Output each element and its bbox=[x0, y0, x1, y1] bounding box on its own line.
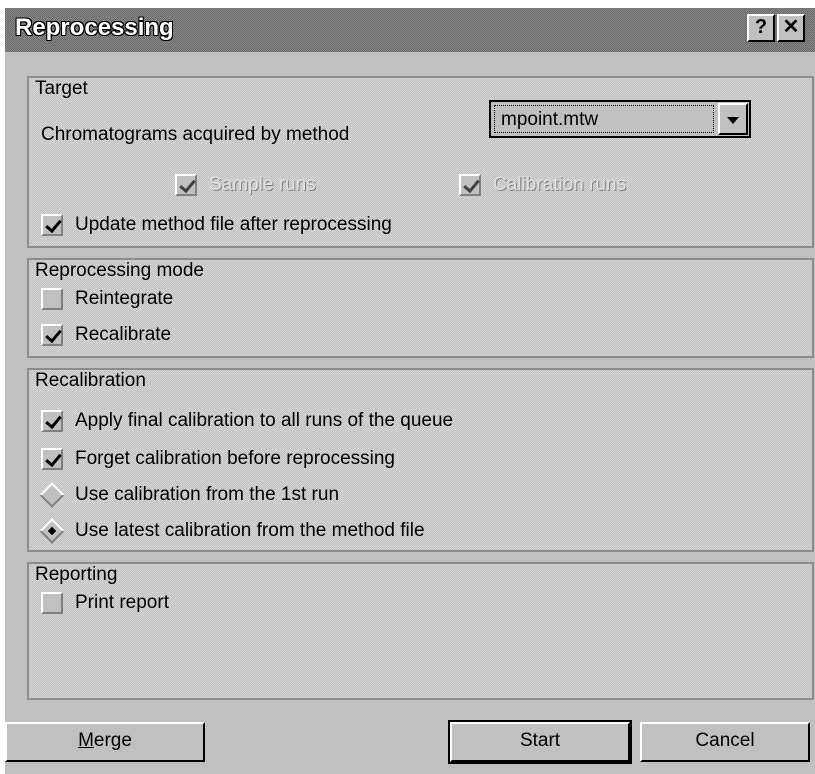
sample-runs-check bbox=[175, 174, 197, 196]
use-latest-radio[interactable]: Use latest calibration from the method f… bbox=[39, 518, 425, 544]
forget-calibration-label: Forget calibration before reprocessing bbox=[75, 448, 396, 469]
update-method-checkbox[interactable]: Update method file after reprocessing bbox=[41, 214, 392, 236]
calibration-runs-checkbox: Calibration runs bbox=[459, 174, 626, 196]
reporting-title: Reporting bbox=[35, 564, 118, 585]
reintegrate-check[interactable] bbox=[41, 288, 63, 310]
update-method-check[interactable] bbox=[41, 214, 63, 236]
merge-label-rest: erge bbox=[93, 730, 132, 751]
reintegrate-checkbox[interactable]: Reintegrate bbox=[41, 288, 173, 310]
merge-mnemonic: M bbox=[78, 730, 94, 751]
forget-calibration-check[interactable] bbox=[41, 448, 63, 470]
reintegrate-label: Reintegrate bbox=[75, 288, 174, 309]
apply-final-checkbox[interactable]: Apply final calibration to all runs of t… bbox=[41, 410, 453, 432]
recalibrate-check[interactable] bbox=[41, 324, 63, 346]
print-report-checkbox[interactable]: Print report bbox=[41, 592, 169, 614]
print-report-label: Print report bbox=[75, 592, 169, 613]
method-select-value: mpoint.mtw bbox=[494, 105, 714, 133]
merge-button[interactable]: Merge bbox=[5, 722, 205, 762]
calibration-runs-label: Calibration runs bbox=[493, 174, 627, 195]
target-group: Target Chromatograms acquired by method … bbox=[27, 76, 814, 248]
use-latest-label: Use latest calibration from the method f… bbox=[75, 520, 425, 541]
reprocessing-dialog: Reprocessing ? ✕ Target Chromatograms ac… bbox=[5, 8, 815, 774]
window-title: Reprocessing bbox=[15, 14, 174, 41]
use-first-run-label: Use calibration from the 1st run bbox=[75, 484, 340, 505]
recalibration-title: Recalibration bbox=[35, 370, 146, 391]
start-button[interactable]: Start bbox=[448, 720, 632, 764]
use-first-run-radio-button[interactable] bbox=[39, 482, 65, 508]
apply-final-label: Apply final calibration to all runs of t… bbox=[75, 410, 454, 431]
use-first-run-radio[interactable]: Use calibration from the 1st run bbox=[39, 482, 340, 508]
recalibrate-label: Recalibrate bbox=[75, 324, 172, 345]
chevron-down-icon[interactable] bbox=[718, 103, 748, 135]
method-select[interactable]: mpoint.mtw bbox=[489, 100, 751, 138]
cancel-button[interactable]: Cancel bbox=[640, 722, 810, 762]
apply-final-check[interactable] bbox=[41, 410, 63, 432]
help-button[interactable]: ? bbox=[747, 14, 775, 42]
sample-runs-checkbox: Sample runs bbox=[175, 174, 316, 196]
print-report-check[interactable] bbox=[41, 592, 63, 614]
reporting-group: Reporting Print report bbox=[27, 562, 814, 700]
chromatograms-label: Chromatograms acquired by method bbox=[41, 124, 350, 145]
recalibrate-checkbox[interactable]: Recalibrate bbox=[41, 324, 171, 346]
reprocessing-mode-group: Reprocessing mode Reintegrate Recalibrat… bbox=[27, 258, 814, 358]
sample-runs-label: Sample runs bbox=[209, 174, 316, 195]
target-group-title: Target bbox=[35, 78, 88, 99]
reprocessing-mode-title: Reprocessing mode bbox=[35, 260, 204, 281]
calibration-runs-check bbox=[459, 174, 481, 196]
title-bar: Reprocessing ? ✕ bbox=[5, 8, 815, 52]
forget-calibration-checkbox[interactable]: Forget calibration before reprocessing bbox=[41, 448, 395, 470]
recalibration-group: Recalibration Apply final calibration to… bbox=[27, 368, 814, 552]
close-button[interactable]: ✕ bbox=[777, 14, 805, 42]
update-method-label: Update method file after reprocessing bbox=[75, 214, 392, 235]
use-latest-radio-button[interactable] bbox=[39, 518, 65, 544]
